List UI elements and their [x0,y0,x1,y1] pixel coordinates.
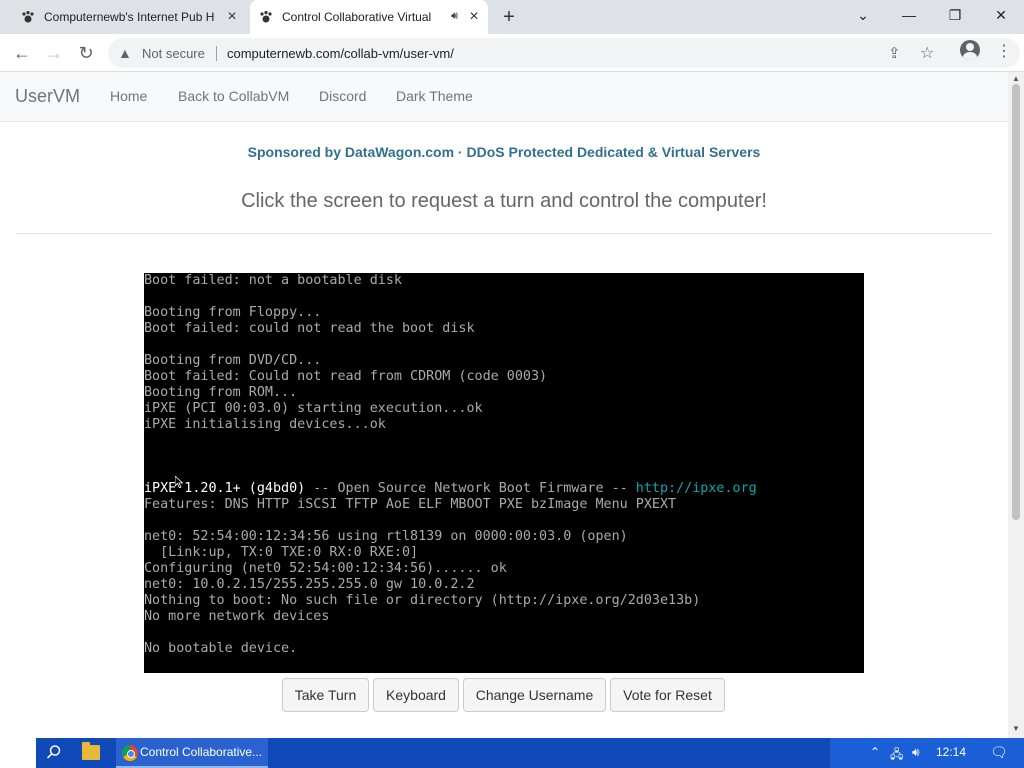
nav-home[interactable]: Home [110,88,147,104]
nav-dark-theme[interactable]: Dark Theme [396,88,473,104]
warning-icon[interactable]: ▲ [118,45,134,61]
security-label[interactable]: Not secure [142,46,205,61]
console-line: Nothing to boot: No such file or directo… [144,593,701,608]
console-line: No bootable device. [144,641,298,656]
menu-dots-icon[interactable]: ⋮ [996,41,1012,61]
console-line: Configuring (net0 52:54:00:12:34:56)....… [144,561,507,576]
nav-back-to-collabvm[interactable]: Back to CollabVM [178,88,289,104]
vote-reset-button[interactable]: Vote for Reset [610,678,725,712]
ipxe-product: iPXE 1.20.1+ (g4bd0) [144,481,306,496]
windows-taskbar: Control Collaborative... ⌃ 🖧︎ 🔊︎ 12:14 🗨… [0,738,1024,768]
nav-discord[interactable]: Discord [319,88,366,104]
console-line: [Link:up, TX:0 TXE:0 RX:0 RXE:0] [144,545,419,560]
tab-internet-pub[interactable]: Computernewb's Internet Pub Hu × [12,0,246,34]
console-line: iPXE (PCI 00:03.0) starting execution...… [144,401,483,416]
take-turn-button[interactable]: Take Turn [282,678,369,712]
console-line: Boot failed: not a bootable disk [144,273,402,288]
forward-arrow-icon[interactable]: → [41,40,67,66]
tab-strip: Computernewb's Internet Pub Hu × Control… [0,0,1024,34]
console-line: Features: DNS HTTP iSCSI TFTP AoE ELF MB… [144,497,677,512]
taskbar-app-label: Control Collaborative... [140,745,263,759]
console-line: Booting from ROM... [144,385,298,400]
clock[interactable]: 12:14 [936,745,966,759]
search-icon[interactable] [46,744,64,762]
mouse-pointer-icon [175,476,183,488]
sponsor-link[interactable]: Sponsored by DataWagon.com · DDoS Protec… [0,144,1008,160]
window-close-icon[interactable]: ✕ [978,0,1024,30]
turn-instructions: Click the screen to request a turn and c… [241,190,767,212]
scroll-up-icon[interactable]: ▲ [1012,74,1020,83]
ipxe-tagline: -- Open Source Network Boot Firmware -- [305,481,636,496]
address-bar[interactable]: ▲ Not secure computernewb.com/collab-vm/… [108,38,1020,68]
notification-icon[interactable]: 🗨︎ [990,744,1008,761]
new-tab-button[interactable]: + [498,6,520,28]
ipxe-link: http://ipxe.org [635,481,757,496]
browser-toolbar: ← → ↻ ▲ Not secure computernewb.com/coll… [0,34,1024,72]
tab-collabvm[interactable]: Control Collaborative Virtual 🔊︎ × [250,0,488,34]
bookmark-star-icon[interactable]: ☆ [920,43,934,63]
back-arrow-icon[interactable]: ← [9,40,35,66]
separator [216,46,217,61]
vm-controls: Take Turn Keyboard Change Username Vote … [0,678,1008,712]
page-viewport: UserVM Home Back to CollabVM Discord Dar… [0,72,1008,738]
change-username-button[interactable]: Change Username [463,678,606,712]
keyboard-button[interactable]: Keyboard [373,678,459,712]
console-line: iPXE initialising devices...ok [144,417,386,432]
console-line: net0: 52:54:00:12:34:56 using rtl8139 on… [144,529,628,544]
scroll-down-icon[interactable]: ▼ [1012,724,1020,733]
restore-icon[interactable]: ❐ [932,0,978,30]
site-navbar: UserVM Home Back to CollabVM Discord Dar… [0,72,1008,122]
close-tab-icon[interactable]: × [466,9,482,25]
ipxe-banner: iPXE 1.20.1+ (g4bd0) -- Open Source Netw… [144,481,757,497]
console-line: net0: 10.0.2.15/255.255.255.0 gw 10.0.2.… [144,577,475,592]
minimize-icon[interactable]: — [886,0,932,30]
taskbar-chrome-app[interactable]: Control Collaborative... [116,738,268,768]
file-explorer-icon[interactable] [82,742,100,760]
site-brand[interactable]: UserVM [15,86,80,107]
url-text[interactable]: computernewb.com/collab-vm/user-vm/ [227,46,454,61]
tab-title: Computernewb's Internet Pub Hu [44,10,214,24]
vm-screen[interactable]: Boot failed: not a bootable disk Booting… [144,273,864,673]
speaker-icon[interactable]: 🔊︎ [451,10,458,23]
chrome-icon [122,745,138,761]
console-line: Boot failed: Could not read from CDROM (… [144,369,548,384]
network-icon[interactable]: 🖧︎ [890,745,903,766]
paw-icon [258,9,274,25]
console-line: Booting from DVD/CD... [144,353,322,368]
tab-search-icon[interactable]: ⌄ [840,0,886,30]
tab-title: Control Collaborative Virtual [282,10,432,24]
console-line: No more network devices [144,609,330,624]
divider [16,233,992,234]
chevron-up-icon[interactable]: ⌃ [870,745,880,759]
share-icon[interactable]: ⇪ [888,44,901,62]
paw-icon [20,9,36,25]
close-tab-icon[interactable]: × [224,9,240,25]
page-scrollbar[interactable]: ▲ ▼ [1008,72,1024,738]
profile-icon[interactable] [960,40,980,60]
console-line: Booting from Floppy... [144,305,322,320]
scroll-thumb[interactable] [1012,84,1020,520]
system-tray: ⌃ 🖧︎ 🔊︎ 12:14 🗨︎ [830,738,1024,768]
reload-icon[interactable]: ↻ [73,40,99,66]
volume-icon[interactable]: 🔊︎ [912,745,920,760]
console-line: Boot failed: could not read the boot dis… [144,321,475,336]
